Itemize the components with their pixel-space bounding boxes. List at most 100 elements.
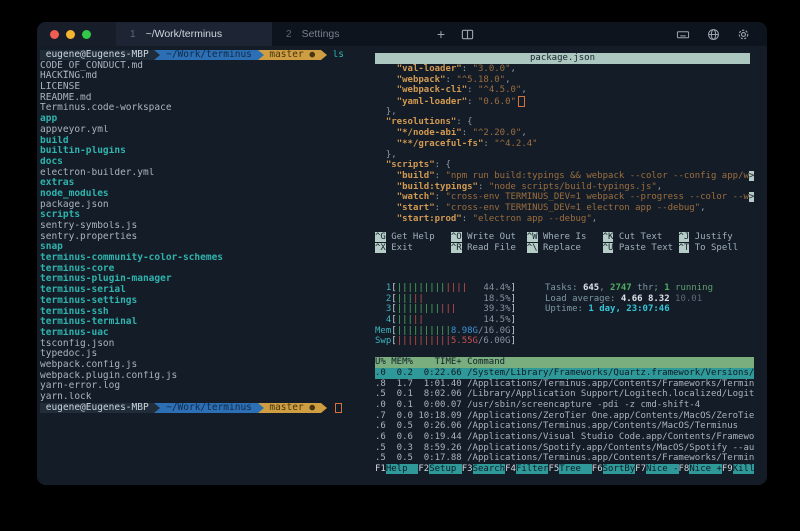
text-segment: terminus-serial bbox=[40, 285, 126, 295]
text-segment bbox=[258, 50, 264, 60]
text-segment: Filter bbox=[516, 464, 549, 474]
text-segment: 4 bbox=[375, 315, 391, 325]
keyboard-button[interactable] bbox=[673, 28, 693, 41]
shell-pane[interactable]: eugene@Eugenes-MBP ~/Work/terminus maste… bbox=[40, 50, 374, 483]
text-segment: { bbox=[467, 117, 472, 127]
mem-meter: Mem[||||||||||8.98G/16.0G] bbox=[375, 326, 754, 337]
terminal-line: "val-loader": "3.0.0", bbox=[375, 64, 754, 75]
htop-function-bar: F1Help F2Setup F3SearchF4FilterF5Tree F6… bbox=[375, 464, 754, 475]
text-segment: webpack.plugin.config.js bbox=[40, 371, 177, 381]
text-segment: Load average: bbox=[545, 294, 621, 304]
nano-buffer: "val-loader": "3.0.0", "webpack": "^5.18… bbox=[375, 64, 754, 224]
text-segment: .0 0.1 0:00.07 /usr/sbin/screencapture -… bbox=[375, 400, 700, 410]
file-entry: docs bbox=[40, 157, 374, 168]
text-segment: "scripts" bbox=[386, 160, 435, 170]
globe-icon bbox=[707, 28, 720, 41]
terminal-line: "yaml-loader": "0.6.0" bbox=[375, 96, 754, 107]
text-segment bbox=[375, 192, 397, 202]
text-segment: , bbox=[599, 283, 610, 293]
terminal-line: "**/graceful-fs": "^4.2.4" bbox=[375, 139, 754, 150]
text-segment: ^R bbox=[451, 243, 462, 253]
terminal-line: "*/node-abi": "^2.20.0", bbox=[375, 128, 754, 139]
htop-pane[interactable]: 1[||||||||||||| 44.4%] 2[||||| 18.5%] 3[… bbox=[375, 283, 754, 481]
text-segment: : bbox=[478, 182, 489, 192]
text-segment bbox=[375, 214, 397, 224]
file-entry: webpack.config.js bbox=[40, 360, 374, 371]
text-segment: ^G bbox=[375, 232, 386, 242]
process-row: .5 0.5 0:17.88 /Applications/Terminus.ap… bbox=[375, 453, 754, 464]
process-row: .8 1.7 1:01.40 /Applications/Terminus.ap… bbox=[375, 379, 754, 390]
text-segment: docs bbox=[40, 157, 63, 167]
text-segment: ^J bbox=[679, 232, 690, 242]
text-segment bbox=[456, 304, 483, 314]
nano-titlebar: package.json GNU nano 4.5 bbox=[375, 53, 750, 64]
terminal-line: "start:prod": "electron app --debug", bbox=[375, 214, 754, 225]
text-segment: Search bbox=[473, 464, 506, 474]
text-segment: terminus-uac bbox=[40, 328, 109, 338]
tasks-line: Tasks: 645, 2747 thr; 1 running bbox=[545, 283, 713, 294]
text-segment: .5 0.1 8:02.06 /Library/Application Supp… bbox=[375, 389, 754, 399]
web-button[interactable] bbox=[703, 28, 723, 41]
text-segment: Nice - bbox=[646, 464, 679, 474]
file-entry: terminus-core bbox=[40, 264, 374, 275]
text-segment: |||||||| bbox=[397, 304, 440, 314]
nano-pane[interactable]: package.json GNU nano 4.5 "val-loader": … bbox=[375, 53, 754, 254]
settings-button[interactable] bbox=[733, 28, 753, 41]
close-button[interactable] bbox=[50, 30, 59, 39]
text-segment: To Spell bbox=[689, 243, 738, 253]
text-segment bbox=[424, 315, 484, 325]
text-segment: build bbox=[40, 136, 69, 146]
file-entry: tsconfig.json bbox=[40, 339, 374, 350]
text-segment: .5 0.3 8:59.26 /Applications/Spotify.app… bbox=[375, 443, 754, 453]
text-segment: LICENSE bbox=[40, 82, 80, 92]
text-segment: : bbox=[456, 117, 467, 127]
text-segment: : bbox=[445, 75, 456, 85]
text-segment: ] bbox=[511, 294, 516, 304]
text-segment: "^2.20.0" bbox=[473, 128, 522, 138]
text-segment: 5.55G bbox=[451, 336, 478, 346]
text-segment: ] bbox=[510, 336, 515, 346]
file-entry: terminus-uac bbox=[40, 328, 374, 339]
text-segment: Nice + bbox=[689, 464, 722, 474]
text-segment: README.md bbox=[40, 93, 91, 103]
split-pane-button[interactable] bbox=[454, 22, 480, 46]
text-segment bbox=[375, 160, 386, 170]
text-segment: 2747 bbox=[610, 283, 632, 293]
text-segment: F8 bbox=[679, 464, 690, 474]
text-segment: ] bbox=[511, 283, 516, 293]
text-segment: Kill bbox=[733, 464, 754, 474]
file-entry: extras bbox=[40, 178, 374, 189]
tab-title: ~/Work/terminus bbox=[146, 28, 223, 40]
text-segment: : bbox=[462, 64, 473, 74]
text-segment: : bbox=[483, 139, 494, 149]
tab-title: Settings bbox=[302, 28, 340, 40]
text-segment: typedoc.js bbox=[40, 349, 97, 359]
text-segment: Justify bbox=[689, 232, 732, 242]
text-segment: node_modules bbox=[40, 189, 109, 199]
tab-settings[interactable]: 2 Settings bbox=[272, 22, 428, 46]
load-average-line: Load average: 4.66 8.32 10.01 bbox=[545, 294, 713, 305]
text-segment bbox=[375, 139, 397, 149]
prompt-line: eugene@Eugenes-MBP ~/Work/terminus maste… bbox=[40, 403, 374, 414]
text-segment: : bbox=[435, 203, 446, 213]
zoom-button[interactable] bbox=[82, 30, 91, 39]
file-entry: terminus-serial bbox=[40, 285, 374, 296]
tab-work-terminus[interactable]: 1 ~/Work/terminus bbox=[116, 22, 272, 46]
new-tab-button[interactable]: + bbox=[428, 22, 454, 46]
text-segment: ||| bbox=[440, 304, 456, 314]
text-segment: sentry.properties bbox=[40, 232, 137, 242]
text-segment bbox=[375, 64, 397, 74]
text-segment: terminus-community-color-schemes bbox=[40, 253, 223, 263]
text-segment bbox=[518, 96, 525, 107]
text-segment: "cross-env TERMINUS_DEV=1 electron app -… bbox=[445, 203, 700, 213]
text-segment: app bbox=[40, 114, 57, 124]
minimize-button[interactable] bbox=[66, 30, 75, 39]
text-segment: "start" bbox=[397, 203, 435, 213]
text-segment: extras bbox=[40, 178, 74, 188]
text-segment: builtin-plugins bbox=[40, 146, 126, 156]
text-segment: ||| bbox=[397, 315, 413, 325]
text-segment: : bbox=[435, 160, 446, 170]
nano-shortcut-row: ^G Get Help ^O Write Out ^W Where Is ^K … bbox=[375, 232, 754, 243]
process-row: .6 0.5 0:26.06 /Applications/Terminus.ap… bbox=[375, 421, 754, 432]
text-segment: Mem bbox=[375, 326, 391, 336]
